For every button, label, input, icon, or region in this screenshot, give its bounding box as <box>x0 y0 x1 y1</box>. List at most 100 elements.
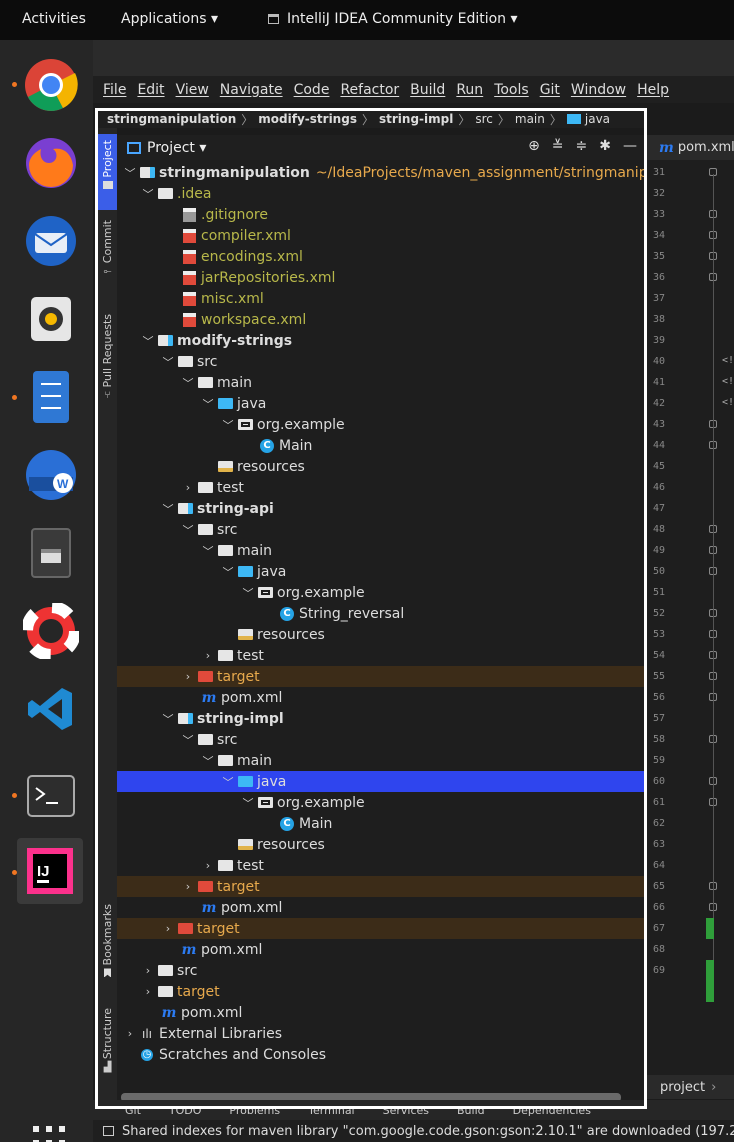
menu-help[interactable]: Help <box>637 82 669 98</box>
tab-bookmarks[interactable]: Bookmarks <box>98 904 117 988</box>
vcs-change-marker[interactable] <box>706 960 714 1002</box>
chevron-down-icon[interactable]: ﹀ <box>123 165 137 181</box>
breadcrumb-item[interactable]: main <box>515 112 545 126</box>
menu-build[interactable]: Build <box>410 82 445 98</box>
status-message[interactable]: Shared indexes for maven library "com.go… <box>122 1124 734 1139</box>
breadcrumb-item[interactable]: modify-strings <box>258 112 357 126</box>
chevron-down-icon[interactable]: ﹀ <box>201 396 215 412</box>
tree-item-test[interactable]: › test <box>117 477 645 498</box>
tree-item-resources[interactable]: resources <box>117 834 645 855</box>
tree-item-jarrepositories-xml[interactable]: jarRepositories.xml <box>117 267 645 288</box>
menu-edit[interactable]: Edit <box>137 82 164 98</box>
libreoffice-writer-icon[interactable]: W <box>20 444 82 506</box>
tree-item-org-example[interactable]: ﹀ org.example <box>117 414 645 435</box>
code-text[interactable]: <! <box>722 376 734 387</box>
tree-item-test[interactable]: › test <box>117 855 645 876</box>
show-apps-icon[interactable] <box>33 1126 67 1142</box>
menu-run[interactable]: Run <box>456 82 483 98</box>
applications-menu[interactable]: Applications ▾ <box>121 11 218 27</box>
tree-item-org-example[interactable]: ﹀ org.example <box>117 792 645 813</box>
vcs-change-marker[interactable] <box>706 918 714 939</box>
chevron-down-icon[interactable]: ﹀ <box>181 375 195 391</box>
tree-item-src[interactable]: › src <box>117 960 645 981</box>
tree-item-main[interactable]: ﹀ main <box>117 750 645 771</box>
tree-item-target[interactable]: › target <box>117 876 645 897</box>
menu-tools[interactable]: Tools <box>494 82 529 98</box>
menu-git[interactable]: Git <box>540 82 560 98</box>
tab-terminal[interactable]: Terminal <box>308 1104 355 1117</box>
tree-item-main[interactable]: ﹀ main <box>117 372 645 393</box>
chevron-down-icon[interactable]: ﹀ <box>201 543 215 559</box>
tree-item-src[interactable]: ﹀ src <box>117 519 645 540</box>
help-icon[interactable] <box>20 600 82 662</box>
tree-item-main-class[interactable]: C Main <box>117 435 645 456</box>
tab-git[interactable]: Git <box>125 1104 141 1117</box>
tree-item-string-impl[interactable]: ﹀ string-impl <box>117 708 645 729</box>
activities-button[interactable]: Activities <box>22 11 86 27</box>
tree-item-src[interactable]: ﹀ src <box>117 351 645 372</box>
tree-item-external-libraries[interactable]: › ılı External Libraries <box>117 1023 645 1044</box>
tree-item-test[interactable]: › test <box>117 645 645 666</box>
menu-refactor[interactable]: Refactor <box>340 82 399 98</box>
chevron-down-icon[interactable]: ﹀ <box>141 186 155 202</box>
status-window-icon[interactable] <box>103 1126 114 1136</box>
code-text[interactable]: <! <box>722 397 734 408</box>
tree-item-stringmanipulation[interactable]: ﹀ stringmanipulation ~/IdeaProjects/mave… <box>117 162 646 183</box>
intellij-icon[interactable]: IJ <box>17 838 83 904</box>
tab-structure[interactable]: Structure ▟ <box>98 1008 117 1092</box>
chevron-down-icon[interactable]: ﹀ <box>221 774 235 790</box>
tree-item-string-reversal[interactable]: C String_reversal <box>117 603 645 624</box>
menu-navigate[interactable]: Navigate <box>220 82 283 98</box>
chrome-icon[interactable] <box>20 54 82 116</box>
chevron-down-icon[interactable]: ﹀ <box>161 501 175 517</box>
chevron-right-icon[interactable]: › <box>141 985 155 998</box>
tree-item-main[interactable]: ﹀ main <box>117 540 645 561</box>
tree-item-idea[interactable]: ﹀ .idea <box>117 183 645 204</box>
menu-code[interactable]: Code <box>294 82 330 98</box>
tab-services[interactable]: Services <box>383 1104 429 1117</box>
rhythmbox-icon[interactable] <box>20 288 82 350</box>
chevron-right-icon[interactable]: › <box>201 649 215 662</box>
tree-item-modify-strings[interactable]: ﹀ modify-strings <box>117 330 645 351</box>
tree-item-pom-xml[interactable]: m pom.xml <box>117 939 645 960</box>
expand-all-icon[interactable]: ≚ <box>552 138 564 154</box>
chevron-right-icon[interactable]: › <box>181 670 195 683</box>
tree-item-misc-xml[interactable]: misc.xml <box>117 288 645 309</box>
tree-item-pom-xml[interactable]: m pom.xml <box>117 1002 645 1023</box>
thunderbird-icon[interactable] <box>20 210 82 272</box>
settings-gear-icon[interactable]: ✱ <box>599 138 611 154</box>
tree-item-org-example[interactable]: ﹀ org.example <box>117 582 645 603</box>
tree-item-workspace-xml[interactable]: workspace.xml <box>117 309 645 330</box>
tree-item-gitignore[interactable]: .gitignore <box>117 204 645 225</box>
tree-item-resources[interactable]: resources <box>117 456 645 477</box>
files-icon[interactable] <box>20 366 82 428</box>
breadcrumb-item[interactable]: src <box>475 112 493 126</box>
editor-tab-pom-xml[interactable]: m pom.xml <box>647 135 734 160</box>
editor-breadcrumb-item[interactable]: project <box>660 1080 705 1095</box>
app-menu[interactable]: IntelliJ IDEA Community Edition ▾ <box>268 11 518 27</box>
code-text[interactable]: <! <box>722 355 734 366</box>
tab-dependencies[interactable]: Dependencies <box>513 1104 591 1117</box>
tab-pull-requests[interactable]: Pull Requests ⑂ <box>98 314 117 414</box>
tree-item-encodings-xml[interactable]: encodings.xml <box>117 246 645 267</box>
project-view-selector[interactable]: Project ▾ <box>147 140 206 156</box>
tab-commit[interactable]: Commit ⟜ <box>98 220 117 290</box>
chevron-down-icon[interactable]: ﹀ <box>201 753 215 769</box>
tree-item-src[interactable]: ﹀ src <box>117 729 645 750</box>
tree-item-target[interactable]: › target <box>117 981 645 1002</box>
locate-icon[interactable]: ⊕ <box>528 138 540 154</box>
chevron-down-icon[interactable]: ﹀ <box>241 585 255 601</box>
breadcrumb-item[interactable]: string-impl <box>379 112 453 126</box>
chevron-down-icon[interactable]: ﹀ <box>221 417 235 433</box>
software-center-icon[interactable] <box>20 522 82 584</box>
tree-item-pom-xml[interactable]: m pom.xml <box>117 897 645 918</box>
tree-item-scratches[interactable]: ◷ Scratches and Consoles <box>117 1044 645 1065</box>
chevron-right-icon[interactable]: › <box>141 964 155 977</box>
tree-item-string-api[interactable]: ﹀ string-api <box>117 498 645 519</box>
hide-panel-icon[interactable]: — <box>623 138 637 154</box>
vscode-icon[interactable] <box>20 678 82 740</box>
chevron-down-icon[interactable]: ﹀ <box>181 732 195 748</box>
editor-breadcrumb[interactable]: project › <box>647 1075 734 1099</box>
chevron-right-icon[interactable]: › <box>201 859 215 872</box>
tree-item-target[interactable]: › target <box>117 918 645 939</box>
